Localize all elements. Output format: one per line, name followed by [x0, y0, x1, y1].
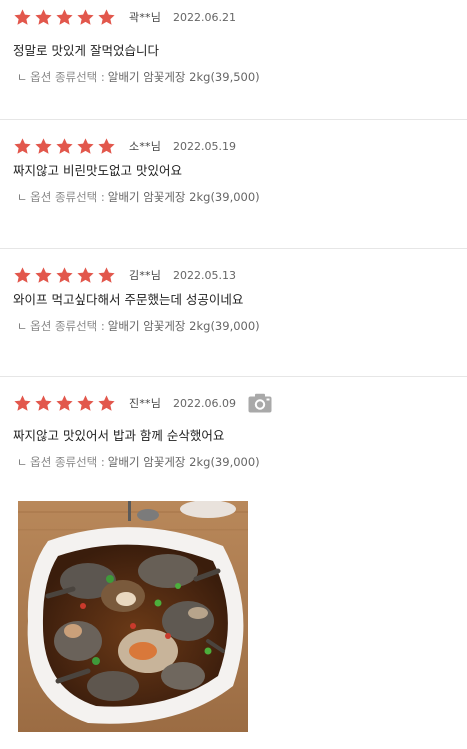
review-user: 소**님	[129, 140, 162, 153]
review-item: 곽**님 2022.06.21 정말로 맛있게 잘먹었습니다 ㄴ 옵션 종류선택…	[0, 0, 467, 120]
review-text: 와이프 먹고싶다해서 주문했는데 성공이네요	[13, 292, 244, 307]
star-rating	[13, 137, 116, 156]
review-option: ㄴ 옵션 종류선택 : 알배기 암꽃게장 2kg(39,000)	[17, 189, 260, 205]
review-meta: 진**님 2022.06.09	[13, 392, 272, 414]
review-date: 2022.05.19	[173, 139, 237, 153]
option-label: 옵션 종류선택 :	[30, 190, 105, 204]
review-date: 2022.06.09	[173, 396, 237, 410]
star-icon	[34, 137, 53, 156]
option-label: 옵션 종류선택 :	[30, 455, 105, 469]
review-user: 진**님	[129, 397, 162, 410]
star-icon	[76, 266, 95, 285]
review-date: 2022.06.21	[173, 10, 237, 24]
review-user: 김**님	[129, 269, 162, 282]
option-indent-mark: ㄴ	[17, 71, 28, 84]
review-meta: 김**님 2022.05.13	[13, 264, 236, 286]
option-label: 옵션 종류선택 :	[30, 319, 105, 333]
review-meta: 소**님 2022.05.19	[13, 135, 236, 157]
option-label: 옵션 종류선택 :	[30, 70, 105, 84]
star-icon	[13, 137, 32, 156]
option-value: 알배기 암꽃게장 2kg(39,000)	[107, 190, 260, 204]
option-value: 알배기 암꽃게장 2kg(39,000)	[107, 319, 260, 333]
star-icon	[55, 8, 74, 27]
star-rating	[13, 8, 116, 27]
star-icon	[55, 137, 74, 156]
star-icon	[55, 266, 74, 285]
star-icon	[34, 8, 53, 27]
review-user: 곽**님	[129, 11, 162, 24]
star-icon	[55, 394, 74, 413]
review-item: 소**님 2022.05.19 짜지않고 비린맛도없고 맛있어요 ㄴ 옵션 종류…	[0, 120, 467, 249]
star-icon	[13, 266, 32, 285]
option-indent-mark: ㄴ	[17, 320, 28, 333]
review-option: ㄴ 옵션 종류선택 : 알배기 암꽃게장 2kg(39,000)	[17, 318, 260, 334]
review-date: 2022.05.13	[173, 268, 237, 282]
review-meta: 곽**님 2022.06.21	[13, 6, 236, 28]
review-option: ㄴ 옵션 종류선택 : 알배기 암꽃게장 2kg(39,500)	[17, 69, 260, 85]
star-rating	[13, 394, 116, 413]
star-icon	[97, 266, 116, 285]
star-icon	[76, 8, 95, 27]
review-item: 김**님 2022.05.13 와이프 먹고싶다해서 주문했는데 성공이네요 ㄴ…	[0, 249, 467, 377]
review-option: ㄴ 옵션 종류선택 : 알배기 암꽃게장 2kg(39,000)	[17, 454, 260, 470]
review-item: 진**님 2022.06.09 짜지않고 맛있어서 밥과 함께 순삭했어요 ㄴ …	[0, 377, 467, 749]
star-icon	[13, 394, 32, 413]
option-indent-mark: ㄴ	[17, 456, 28, 469]
review-photo[interactable]	[18, 501, 248, 732]
review-text: 짜지않고 맛있어서 밥과 함께 순삭했어요	[13, 428, 225, 443]
star-icon	[76, 137, 95, 156]
review-text: 정말로 맛있게 잘먹었습니다	[13, 43, 159, 58]
star-icon	[34, 394, 53, 413]
star-icon	[13, 8, 32, 27]
star-icon	[34, 266, 53, 285]
star-icon	[97, 8, 116, 27]
review-text: 짜지않고 비린맛도없고 맛있어요	[13, 163, 182, 178]
star-icon	[97, 137, 116, 156]
star-icon	[76, 394, 95, 413]
option-value: 알배기 암꽃게장 2kg(39,500)	[107, 70, 260, 84]
option-value: 알배기 암꽃게장 2kg(39,000)	[107, 455, 260, 469]
option-indent-mark: ㄴ	[17, 191, 28, 204]
star-rating	[13, 266, 116, 285]
star-icon	[97, 394, 116, 413]
camera-icon[interactable]	[248, 393, 272, 413]
